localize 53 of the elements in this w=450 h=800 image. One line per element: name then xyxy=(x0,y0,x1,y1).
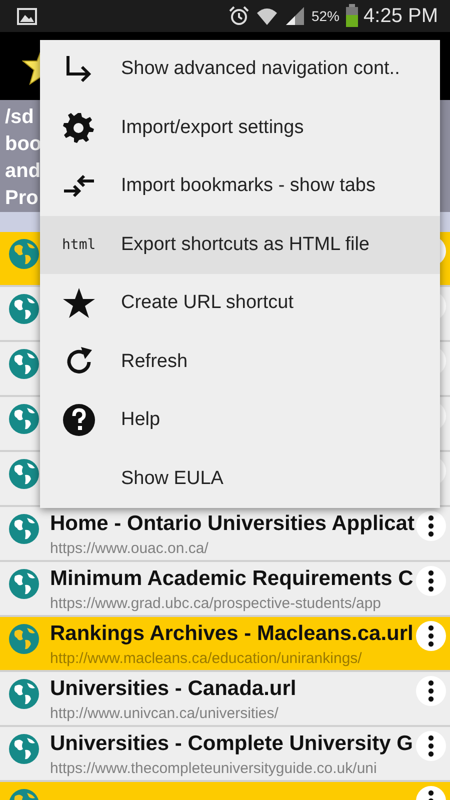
bookmark-title: Universities - Canada.url xyxy=(50,676,296,702)
bookmark-title: Rankings Archives - Macleans.ca.url xyxy=(50,621,414,647)
path-text: /sd xyxy=(5,105,34,130)
globe-icon xyxy=(8,348,40,380)
more-icon xyxy=(428,515,434,537)
menu-item[interactable]: Show advanced navigation cont.. xyxy=(40,40,440,98)
more-options-button[interactable] xyxy=(416,566,446,596)
help-icon xyxy=(62,403,96,438)
bookmark-url: https://www.ouac.on.ca/ xyxy=(50,539,210,559)
path-text: boo xyxy=(5,132,42,157)
menu-item[interactable]: Help xyxy=(40,391,440,450)
bookmark-row[interactable]: Rankings Archives - Macleans.ca.url http://www.macleans.ca/education/unirankings/ xyxy=(0,617,450,672)
bookmark-url: http://www.univcan.ca/universities/ xyxy=(50,704,280,724)
more-options-button[interactable] xyxy=(416,511,446,541)
more-options-button[interactable] xyxy=(416,731,446,761)
globe-icon xyxy=(8,403,40,435)
more-icon xyxy=(428,735,434,757)
alarm-icon xyxy=(228,5,250,27)
globe-icon xyxy=(8,568,40,600)
battery-icon xyxy=(344,4,359,28)
globe-icon xyxy=(8,623,40,655)
menu-item[interactable]: Create URL shortcut xyxy=(40,274,440,332)
globe-icon xyxy=(8,458,40,490)
menu-item[interactable]: Show EULA xyxy=(40,450,440,508)
globe-icon xyxy=(8,293,40,325)
html-icon: html xyxy=(62,236,96,253)
path-text: and xyxy=(5,159,41,184)
more-options-button[interactable] xyxy=(416,676,446,706)
bookmark-title: Minimum Academic Requirements C xyxy=(50,566,414,592)
more-options-button[interactable] xyxy=(416,621,446,651)
globe-icon xyxy=(8,238,40,270)
globe-icon xyxy=(8,678,40,710)
bookmark-url: https://www.grad.ubc.ca/prospective-students/app xyxy=(50,594,382,614)
more-icon xyxy=(428,625,434,647)
bookmark-title: Home - Ontario Universities Applicat xyxy=(50,511,414,537)
more-icon xyxy=(428,680,434,702)
battery-percentage: 52% xyxy=(311,8,340,24)
menu-item[interactable]: Import/export settings xyxy=(40,98,440,157)
more-icon xyxy=(428,570,434,592)
menu-item[interactable]: html Export shortcuts as HTML file xyxy=(40,216,440,274)
bookmark-url: https://www.thecompleteuniversityguide.co.uk/uni xyxy=(50,759,378,779)
globe-icon xyxy=(8,513,40,545)
bookmark-title: Universities - Complete University G xyxy=(50,731,413,757)
menu-item[interactable]: Import bookmarks - show tabs xyxy=(40,157,440,216)
star-icon xyxy=(62,286,96,320)
image-icon xyxy=(16,6,38,26)
clock-time: 4:25 PM xyxy=(364,4,438,28)
signal-icon xyxy=(284,5,306,27)
globe-icon xyxy=(8,733,40,765)
gear-icon xyxy=(62,110,96,145)
menu-item[interactable]: Refresh xyxy=(40,332,440,391)
bookmark-url: http://www.macleans.ca/education/unirankings/ xyxy=(50,649,363,669)
path-text: Pro xyxy=(5,186,38,211)
